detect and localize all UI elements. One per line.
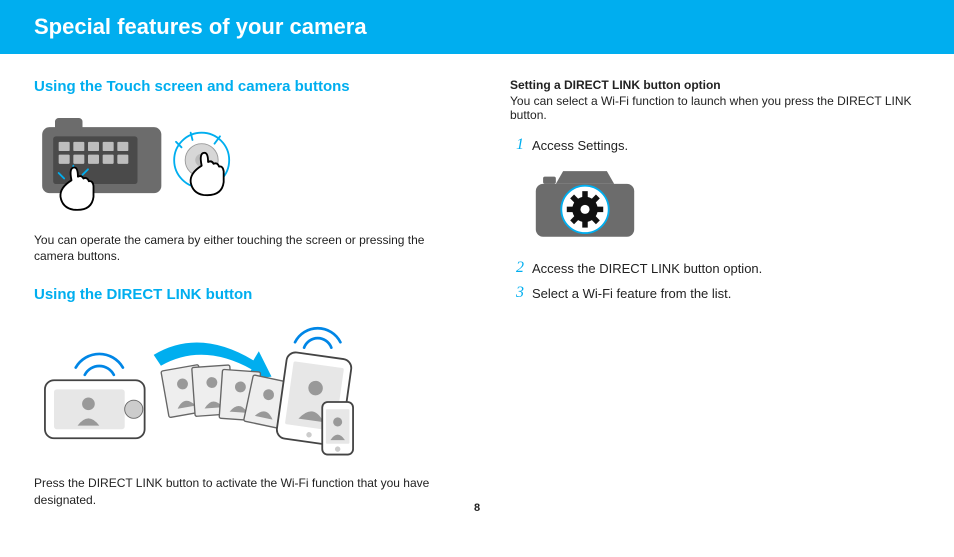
- right-column: Setting a DIRECT LINK button option You …: [510, 78, 930, 508]
- subheading-direct-link-option: Setting a DIRECT LINK button option: [510, 78, 930, 92]
- step-item: 2 Access the DIRECT LINK button option.: [510, 259, 930, 277]
- section-heading-touch: Using the Touch screen and camera button…: [34, 78, 454, 95]
- section-body-touch: You can operate the camera by either tou…: [34, 232, 454, 264]
- step-number: 3: [510, 284, 524, 302]
- step-text: Select a Wi-Fi feature from the list.: [532, 284, 731, 301]
- camera-touch-illustration: [34, 107, 274, 222]
- camera-settings-gear-illustration: [530, 162, 640, 249]
- page-number: 8: [474, 502, 480, 514]
- step-item: 1 Access Settings.: [510, 136, 930, 154]
- step-text: Access the DIRECT LINK button option.: [532, 259, 762, 276]
- step-number: 1: [510, 136, 524, 154]
- step-item: 3 Select a Wi-Fi feature from the list.: [510, 284, 930, 302]
- left-column: Using the Touch screen and camera button…: [34, 78, 454, 508]
- steps-list-cont: 2 Access the DIRECT LINK button option. …: [510, 259, 930, 302]
- page-title: Special features of your camera: [34, 14, 367, 39]
- direct-link-share-illustration: [34, 315, 364, 465]
- step-number: 2: [510, 259, 524, 277]
- steps-list: 1 Access Settings.: [510, 136, 930, 154]
- section-heading-directlink: Using the DIRECT LINK button: [34, 286, 454, 303]
- page-title-bar: Special features of your camera: [0, 0, 954, 54]
- page-body: Using the Touch screen and camera button…: [0, 54, 954, 508]
- section-body-directlink: Press the DIRECT LINK button to activate…: [34, 475, 454, 507]
- subtext-direct-link-option: You can select a Wi-Fi function to launc…: [510, 94, 930, 122]
- step-text: Access Settings.: [532, 136, 628, 153]
